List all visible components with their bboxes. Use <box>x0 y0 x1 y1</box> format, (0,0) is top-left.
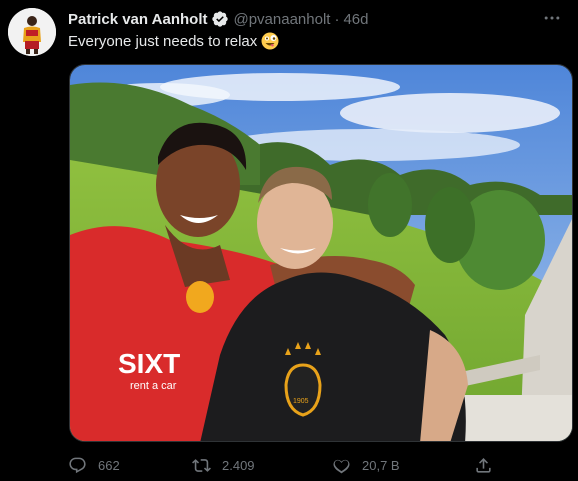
retweet-count: 2.409 <box>222 457 255 473</box>
tweet-timestamp[interactable]: 46d <box>343 11 368 28</box>
retweet-button[interactable]: 2.409 <box>192 452 255 478</box>
verified-badge-icon <box>211 10 229 28</box>
more-options-button[interactable] <box>540 6 564 30</box>
header-separator: · <box>334 10 340 28</box>
author-handle[interactable]: @pvanaanholt <box>233 11 330 28</box>
tweet[interactable]: Patrick van Aanholt @pvanaanholt · 46d E… <box>0 0 578 481</box>
avatar[interactable] <box>8 8 56 56</box>
tweet-text-row: Everyone just needs to relax <box>68 32 279 50</box>
display-name[interactable]: Patrick van Aanholt <box>68 11 207 28</box>
zany-face-emoji-icon <box>261 32 279 50</box>
like-count: 20,7 B <box>362 457 400 473</box>
jersey-sponsor-text: SIXT <box>118 348 180 379</box>
tweet-header: Patrick van Aanholt @pvanaanholt · 46d <box>68 9 368 29</box>
share-button[interactable] <box>474 452 493 478</box>
tweet-actions: 662 2.409 20,7 B <box>68 452 568 478</box>
reply-button[interactable]: 662 <box>68 452 120 478</box>
share-icon <box>474 456 493 475</box>
avatar-image <box>8 8 56 56</box>
reply-icon <box>68 456 87 475</box>
jersey-sponsor-subtext: rent a car <box>130 380 177 392</box>
selfie-photo-image: SIXT rent a car 1905 <box>70 65 572 441</box>
like-button[interactable]: 20,7 B <box>332 452 400 478</box>
tweet-photo[interactable]: SIXT rent a car 1905 <box>69 64 573 442</box>
heart-icon <box>332 456 351 475</box>
more-dots-icon <box>544 16 560 20</box>
reply-count: 662 <box>98 457 120 473</box>
tweet-text: Everyone just needs to relax <box>68 32 258 50</box>
crest-year-text: 1905 <box>293 398 309 405</box>
retweet-icon <box>192 456 211 475</box>
